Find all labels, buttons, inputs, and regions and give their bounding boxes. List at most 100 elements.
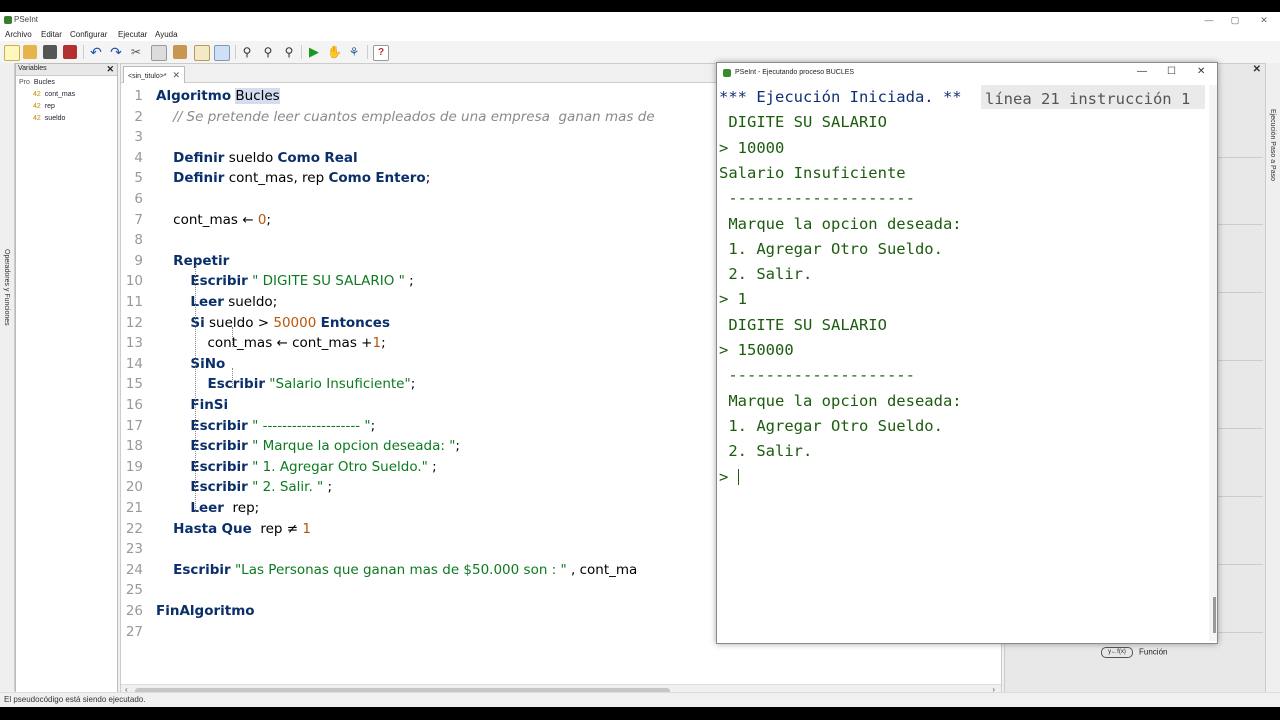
find-icon[interactable]: [214, 45, 230, 61]
maximize-button[interactable]: ▢: [1221, 12, 1249, 28]
function-label: Función: [1139, 647, 1168, 657]
code-text: Escribir "Las Personas que ganan mas de …: [173, 561, 638, 578]
toolbar-divider: [301, 45, 302, 59]
tab-close-icon[interactable]: ✕: [173, 70, 181, 80]
variable-item[interactable]: 42 sueldo: [33, 115, 65, 122]
tab-sin-titulo[interactable]: <sin_titulo>* ✕: [123, 66, 186, 83]
search-icon[interactable]: ⚲: [240, 45, 254, 59]
variable-name: cont_mas: [44, 91, 76, 98]
variable-item[interactable]: 42 rep: [33, 103, 55, 110]
line-number: 2: [134, 108, 143, 125]
menu-editar[interactable]: Editar: [41, 30, 62, 39]
line-number: 7: [134, 211, 143, 228]
step-execution-tab[interactable]: Ejecución Paso a Paso: [1265, 63, 1280, 703]
function-button[interactable]: y←f(x) Función: [1101, 647, 1167, 658]
variables-title: Variables: [18, 65, 47, 72]
line-number: 19: [125, 458, 143, 475]
open-folder-icon[interactable]: [23, 45, 37, 59]
exec-close-button[interactable]: ✕: [1197, 66, 1205, 77]
execution-titlebar: PSeInt - Ejecutando proceso BUCLES — ☐ ✕: [717, 63, 1217, 83]
menu-configurar[interactable]: Configurar: [70, 30, 107, 39]
code-text: Repetir: [173, 252, 230, 269]
code-text: Leer rep;: [190, 500, 260, 516]
execution-title: PSeInt - Ejecutando proceso BUCLES: [735, 69, 855, 76]
variable-item[interactable]: 42 cont_mas: [33, 91, 75, 98]
line-number: 24: [125, 561, 143, 578]
new-file-icon[interactable]: [4, 45, 20, 61]
line-number: 9: [134, 252, 143, 269]
line-number: 18: [125, 438, 143, 455]
save-as-icon[interactable]: [63, 45, 77, 59]
code-text: Escribir " 1. Agregar Otro Sueldo." ;: [190, 458, 437, 475]
undo-icon[interactable]: ↶: [89, 45, 103, 59]
menu-ejecutar[interactable]: Ejecutar: [118, 30, 147, 39]
help-icon[interactable]: ?: [373, 45, 389, 61]
replace-icon[interactable]: ⚲: [282, 45, 296, 59]
console-scroll-thumb[interactable]: [1213, 597, 1216, 633]
step-run-icon[interactable]: ✋: [327, 45, 342, 59]
operators-functions-tab[interactable]: Operadores y Funciones: [0, 63, 15, 691]
line-number: 17: [125, 417, 143, 434]
code-text: SiNo: [190, 355, 226, 372]
variables-root[interactable]: Pro Bucles: [19, 79, 55, 86]
variable-type-badge: 42: [33, 91, 41, 98]
menu-bar: Archivo Editar Configurar Ejecutar Ayuda: [0, 28, 1280, 41]
code-text: Escribir " Marque la opcion deseada: ";: [190, 438, 460, 455]
variable-type-badge: 42: [33, 103, 41, 110]
redo-icon[interactable]: ↷: [109, 45, 123, 59]
console-line: DIGITE SU SALARIO: [719, 315, 887, 334]
line-number: 10: [125, 273, 143, 290]
panel-close-icon[interactable]: ✕: [1253, 64, 1261, 75]
line-number: 22: [125, 520, 143, 537]
input-caret: [738, 468, 739, 485]
console-line: > 150000: [719, 341, 794, 359]
execution-info: línea 21 instrucción 1: [985, 90, 1191, 108]
operators-functions-label: Operadores y Funciones: [3, 249, 10, 326]
menu-ayuda[interactable]: Ayuda: [155, 30, 178, 39]
code-text: cont_mas ← 0;: [156, 211, 271, 228]
console-scrollbar[interactable]: [1209, 85, 1217, 641]
code-text: FinAlgoritmo: [156, 603, 255, 619]
code-text: FinSi: [190, 397, 229, 413]
indent-icon[interactable]: [194, 45, 210, 61]
variables-root-label: Bucles: [33, 79, 55, 86]
line-number: 3: [134, 129, 143, 146]
line-number: 14: [125, 355, 143, 372]
code-text: Definir sueldo Como Real: [173, 149, 358, 166]
copy-icon[interactable]: [151, 45, 167, 61]
line-number: 26: [125, 603, 143, 619]
variable-name: sueldo: [44, 115, 66, 122]
paste-icon[interactable]: [173, 45, 187, 59]
line-number: 15: [125, 376, 143, 393]
console-line: 2. Salir.: [719, 265, 813, 284]
indent-guide: [195, 264, 196, 512]
line-number: 25: [125, 582, 143, 599]
line-number: 8: [134, 232, 143, 249]
line-number: 12: [125, 314, 143, 331]
variables-close-icon[interactable]: ✕: [106, 64, 114, 75]
toolbar: ↶ ↷ ✂ ⚲ ⚲ ⚲ ▶ ✋ ⚘ ?: [0, 41, 1280, 64]
console-line: 1. Agregar Otro Sueldo.: [719, 239, 943, 258]
tab-label: <sin_titulo>*: [128, 73, 167, 80]
variables-root-prefix: Pro: [19, 79, 30, 86]
variable-type-badge: 42: [33, 115, 41, 122]
exec-maximize-button[interactable]: ☐: [1167, 66, 1176, 77]
toolbar-divider: [83, 45, 84, 59]
console-line: Salario Insuficiente: [719, 163, 906, 182]
flowchart-icon[interactable]: ⚘: [347, 45, 361, 59]
console-output[interactable]: *** Ejecución Iniciada. ** DIGITE SU SAL…: [717, 87, 1209, 641]
execution-window[interactable]: PSeInt - Ejecutando proceso BUCLES — ☐ ✕…: [716, 62, 1218, 644]
console-line: > 10000: [719, 138, 785, 157]
menu-archivo[interactable]: Archivo: [5, 30, 32, 39]
exec-minimize-button[interactable]: —: [1137, 66, 1147, 77]
cut-icon[interactable]: ✂: [129, 45, 143, 59]
save-icon[interactable]: [43, 45, 57, 59]
search-next-icon[interactable]: ⚲: [261, 45, 275, 59]
close-button[interactable]: ✕: [1250, 12, 1278, 28]
run-icon[interactable]: ▶: [307, 45, 321, 59]
minimize-button[interactable]: —: [1195, 12, 1223, 28]
pseint-icon: [723, 69, 731, 77]
title-bar: PSeInt — ▢ ✕: [0, 12, 1280, 28]
console-line: --------------------: [719, 366, 915, 385]
step-execution-label: Ejecución Paso a Paso: [1269, 109, 1276, 181]
